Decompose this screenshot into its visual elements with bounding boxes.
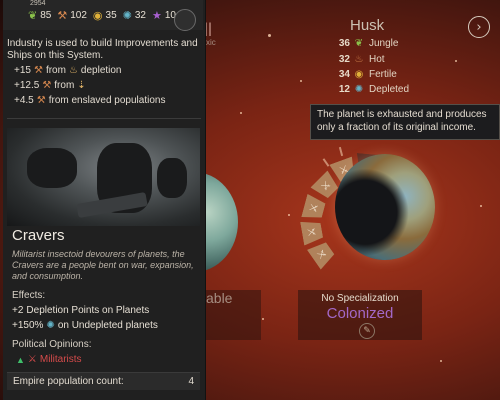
industry-icon: ⚒: [57, 9, 68, 22]
trait-value: 36: [338, 37, 350, 49]
neighbor-spec-text: able: [206, 290, 233, 306]
specialization-label: No Specialization: [321, 293, 399, 304]
militarist-icon: ⚔: [27, 354, 37, 365]
planet-name: Husk: [350, 17, 385, 34]
slot-wedge[interactable]: ⚔: [301, 194, 327, 222]
trait-fertile[interactable]: 34 ◉ Fertile: [338, 68, 397, 80]
jungle-icon: ❦: [354, 37, 364, 49]
race-name: Cravers: [12, 227, 65, 244]
race-description: Militarist insectoid devourers of planet…: [12, 249, 194, 281]
effect-undepleted: +150% ✺ on Undepleted planets: [12, 320, 158, 331]
slot-tick: [338, 146, 344, 157]
next-planet-button[interactable]: ›: [468, 16, 490, 38]
hot-icon: ♨: [354, 53, 364, 65]
industry-value: +15: [14, 65, 31, 76]
resource-dust[interactable]: ◉ 35: [93, 9, 117, 22]
divider: [7, 118, 201, 119]
flame-icon: ♨: [68, 65, 78, 76]
industry-from: from enslaved populations: [48, 95, 166, 106]
trait-label: Jungle: [369, 37, 399, 49]
resource-industry[interactable]: ⚒ 102: [57, 9, 87, 22]
industry-icon: ⚒: [33, 65, 43, 76]
opinion-label: Militarists: [39, 354, 82, 365]
population-bar: Empire population count: 4: [7, 372, 200, 390]
planet-husk-globe[interactable]: [335, 154, 435, 260]
industry-from: from: [45, 65, 66, 76]
neighbor-planet-subtitle: xic: [206, 38, 216, 47]
resource-food[interactable]: ❦ 85: [28, 9, 51, 22]
trait-hot[interactable]: 32 ♨ Hot: [338, 53, 385, 65]
effect-text: Depletion Points on Planets: [26, 305, 150, 316]
resource-value: 35: [105, 9, 117, 21]
effect-value: +150%: [12, 320, 44, 331]
race-portrait: [7, 128, 200, 226]
industry-tooltip: Industry is used to build Improvements a…: [7, 38, 201, 115]
dust-icon: ◉: [92, 9, 103, 22]
trait-label: Fertile: [369, 68, 397, 80]
industry-description: Industry is used to build Improvements a…: [7, 38, 198, 61]
trait-depleted[interactable]: 12 ✺ Depleted: [338, 83, 409, 95]
chevron-right-icon: ›: [476, 19, 482, 35]
industry-from: from: [54, 80, 75, 91]
depleted-tooltip: The planet is exhausted and produces onl…: [310, 104, 500, 140]
industry-line-enslaved: +4.5 ⚒ from enslaved populations: [14, 95, 201, 107]
trait-label: Depleted: [369, 83, 410, 95]
slot-wedge[interactable]: ⚔: [300, 218, 324, 245]
population-label: Empire population count:: [13, 376, 124, 387]
effect-depletion: +2 Depletion Points on Planets: [12, 305, 149, 316]
opinion-militarists[interactable]: ▲ ⚔ Militarists: [16, 354, 82, 365]
leaf-icon: ❦: [28, 9, 38, 22]
trait-value: 12: [338, 83, 350, 95]
industry-source: depletion: [80, 65, 122, 76]
industry-line-depletion: +15 ⚒ from ♨ depletion: [14, 65, 201, 77]
resource-value: 85: [40, 9, 52, 21]
effect-text: on Undepleted planets: [57, 320, 158, 331]
industry-value: +12.5: [14, 80, 40, 91]
industry-line-population: +12.5 ⚒ from ⇣: [14, 80, 201, 92]
population-icon: ⇣: [77, 80, 86, 91]
fertile-icon: ◉: [354, 68, 364, 80]
science-icon: ✺: [46, 320, 55, 331]
wrench-icon: ✎: [363, 326, 371, 336]
trait-value: 32: [338, 53, 350, 65]
resource-influence[interactable]: ★ 10: [152, 9, 176, 22]
slot-tick: [322, 158, 330, 167]
industry-icon: ⚒: [36, 95, 46, 106]
influence-icon: ★: [151, 9, 162, 22]
panel-corner-button[interactable]: [174, 9, 196, 31]
industry-value: +4.5: [14, 95, 34, 106]
triangle-up-icon: ▲: [16, 354, 25, 365]
trait-jungle[interactable]: 36 ❦ Jungle: [338, 37, 399, 49]
effects-title: Effects:: [12, 290, 46, 301]
science-icon: ✺: [122, 9, 132, 22]
population-value: 4: [188, 376, 194, 387]
trait-value: 34: [338, 68, 350, 80]
trait-label: Hot: [369, 53, 385, 65]
resource-top-fragment: 2954: [30, 0, 46, 7]
depleted-icon: ✺: [354, 83, 364, 95]
effect-value: +2: [12, 305, 24, 316]
political-opinions-title: Political Opinions:: [12, 339, 92, 350]
colonized-status: Colonized: [326, 305, 394, 322]
slot-wedge[interactable]: ⚔: [307, 238, 337, 269]
specialize-button[interactable]: ✎: [359, 323, 375, 339]
industry-icon: ⚒: [42, 80, 52, 91]
resource-value: 32: [134, 9, 146, 21]
resource-science[interactable]: ✺ 32: [123, 9, 146, 22]
resource-value: 102: [70, 9, 87, 21]
